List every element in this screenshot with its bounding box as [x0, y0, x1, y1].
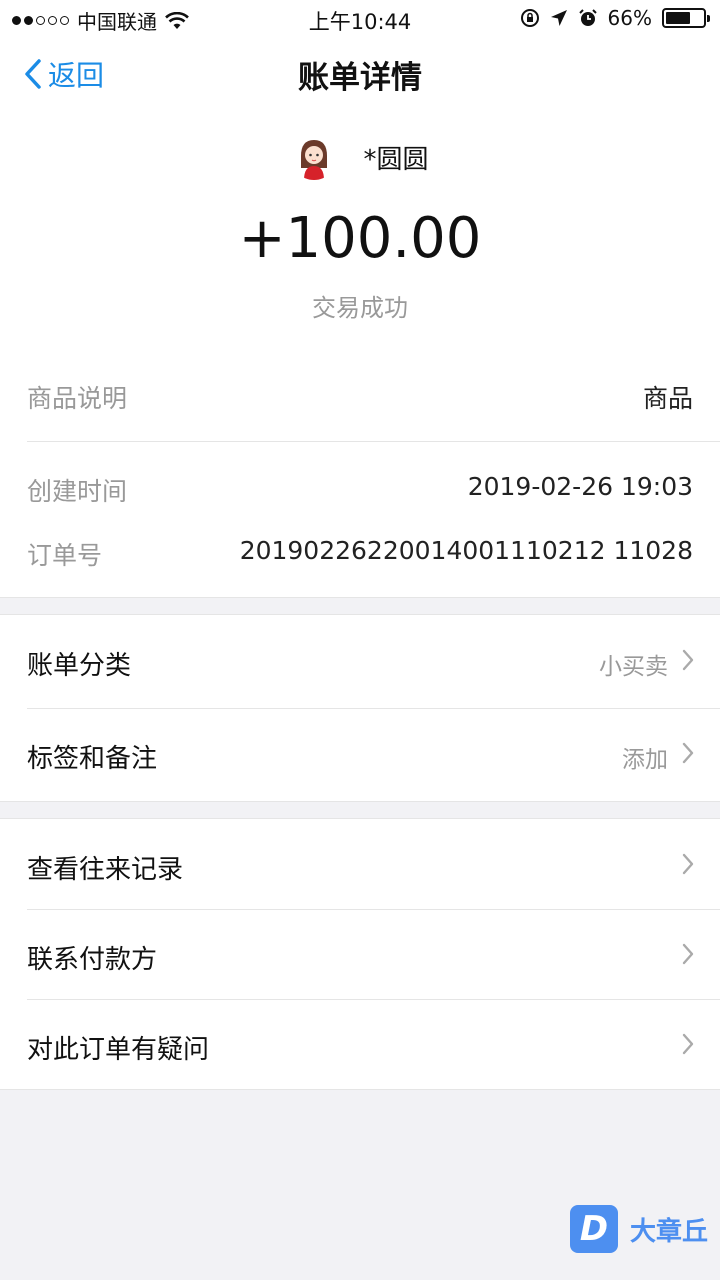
nav-bar: 返回 账单详情	[0, 38, 720, 110]
chevron-right-icon	[682, 1033, 694, 1055]
chevron-right-icon	[682, 742, 694, 764]
payer-info: *圆圆	[0, 134, 720, 180]
watermark-text: 大章丘	[630, 1216, 709, 1247]
avatar[interactable]	[291, 134, 338, 180]
tags-notes-value: 添加	[622, 747, 668, 773]
battery-percent: 66%	[607, 6, 652, 30]
alarm-icon	[578, 9, 597, 26]
status-bar: 中国联通 上午10:44 66%	[0, 0, 720, 38]
location-icon	[550, 10, 567, 26]
divider	[27, 441, 720, 442]
payment-summary: *圆圆 +100.00 交易成功	[0, 110, 720, 345]
actions-group: 查看往来记录 联系付款方 对此订单有疑问	[0, 818, 720, 1090]
bill-category-label: 账单分类	[27, 651, 132, 681]
page-title: 账单详情	[298, 60, 422, 96]
transaction-status: 交易成功	[312, 294, 408, 322]
order-question-label: 对此订单有疑问	[27, 1035, 210, 1065]
chevron-right-icon	[682, 853, 694, 875]
created-time-row: 创建时间 2019-02-26 19:03	[27, 472, 693, 508]
bill-settings-group: 账单分类 小买卖 标签和备注 添加	[0, 614, 720, 802]
view-history-label: 查看往来记录	[27, 855, 184, 885]
transaction-amount: +100.00	[238, 206, 482, 271]
status-right: 66%	[520, 6, 710, 30]
view-history-row[interactable]: 查看往来记录	[0, 819, 720, 909]
contact-payer-label: 联系付款方	[27, 945, 158, 975]
bill-category-value: 小买卖	[599, 654, 668, 680]
order-number-row: 订单号 20190226220014001110212 11028	[27, 536, 693, 572]
bill-category-row[interactable]: 账单分类 小买卖	[0, 615, 720, 708]
transaction-details: 商品说明 商品 创建时间 2019-02-26 19:03 订单号 201902…	[0, 345, 720, 598]
payer-name: *圆圆	[363, 144, 429, 175]
tags-notes-label: 标签和备注	[27, 744, 158, 774]
product-label: 商品说明	[27, 384, 128, 413]
chevron-right-icon	[682, 943, 694, 965]
order-question-row[interactable]: 对此订单有疑问	[0, 999, 720, 1089]
tags-notes-row[interactable]: 标签和备注 添加	[0, 708, 720, 801]
product-value: 商品	[642, 384, 693, 413]
battery-icon	[662, 8, 710, 28]
watermark: D 大章丘	[570, 1205, 708, 1253]
watermark-logo: D	[570, 1205, 618, 1253]
product-row: 商品说明 商品	[27, 379, 693, 415]
rotation-lock-icon	[520, 9, 539, 27]
order-number-value: 20190226220014001110212 11028	[239, 536, 693, 565]
contact-payer-row[interactable]: 联系付款方	[0, 909, 720, 999]
chevron-right-icon	[682, 649, 694, 671]
created-time-label: 创建时间	[27, 477, 128, 506]
order-number-label: 订单号	[27, 541, 103, 570]
created-time-value: 2019-02-26 19:03	[467, 472, 693, 501]
